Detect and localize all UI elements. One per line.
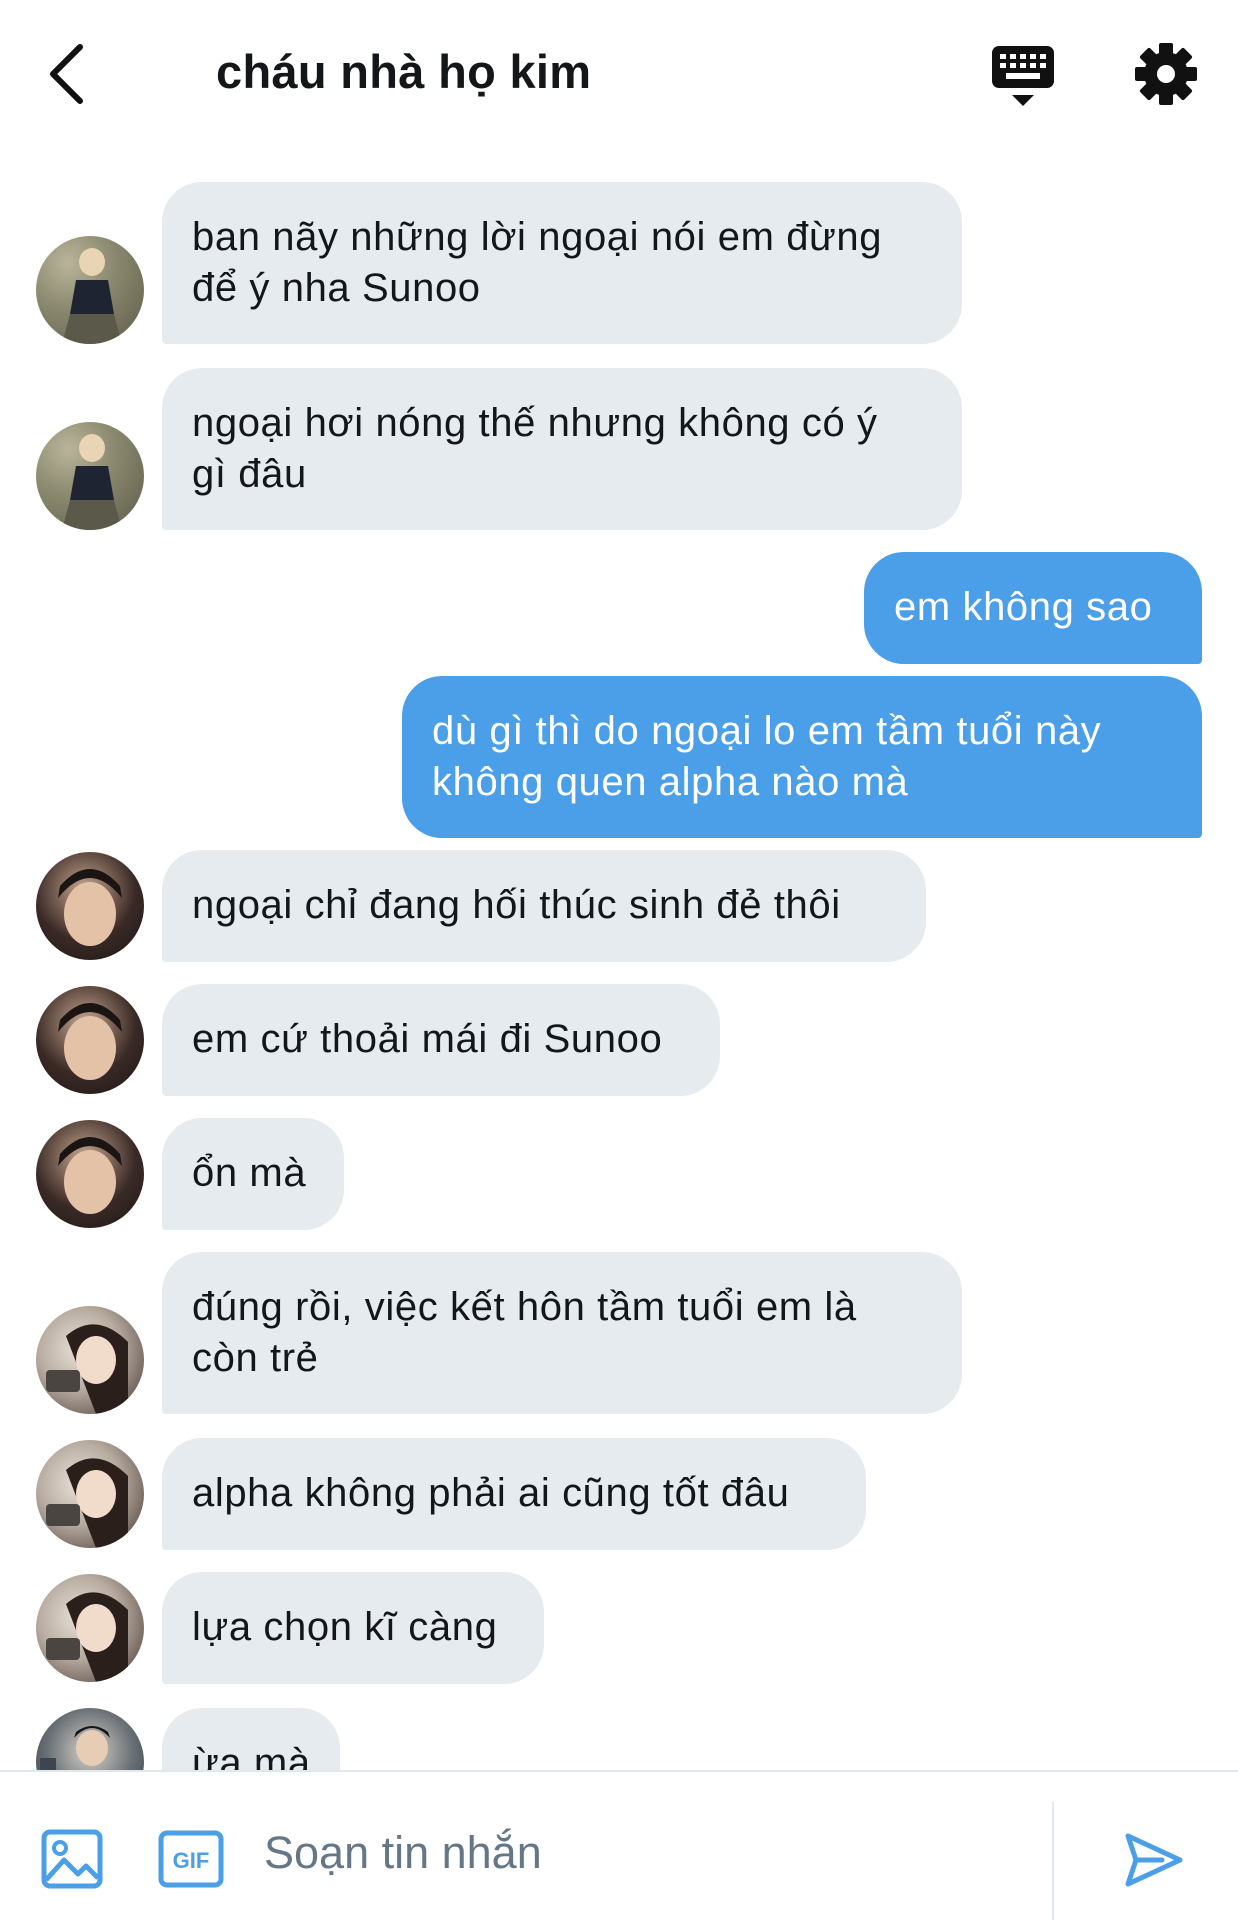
gif-icon: GIF (158, 1830, 224, 1888)
message-row: ngoại chỉ đang hối thúc sinh đẻ thôi (0, 850, 1238, 962)
message-bubble[interactable]: ổn mà (162, 1118, 344, 1230)
avatar-photo (46, 1324, 128, 1414)
avatar-photo (62, 248, 122, 344)
avatar-photo (62, 434, 122, 530)
message-row: em không sao (0, 552, 1238, 664)
avatar[interactable] (36, 1708, 144, 1770)
message-bubble[interactable]: alpha không phải ai cũng tốt đâu (162, 1438, 866, 1550)
message-row: ổn mà (0, 1118, 1238, 1230)
image-icon (41, 1829, 103, 1889)
message-text: để ý nha Sunoo (192, 266, 481, 310)
message-text: không quen alpha nào mà (432, 760, 909, 804)
page-title: cháu nhà họ kim (216, 45, 592, 98)
avatar[interactable] (36, 1306, 144, 1414)
message-text: em cứ thoải mái đi Sunoo (192, 1017, 663, 1061)
message-text: gì đâu (192, 452, 307, 496)
message-row: ngoại hơi nóng thế nhưng không có ý gì đ… (0, 368, 1238, 530)
keyboard-icon (992, 46, 1054, 106)
gif-label: GIF (173, 1848, 210, 1873)
composer-divider (1052, 1802, 1054, 1920)
avatar-photo (58, 1003, 122, 1080)
message-bubble[interactable]: đúng rồi, việc kết hôn tầm tuổi em là cò… (162, 1252, 962, 1414)
message-row: ừa mà (0, 1708, 1238, 1770)
chevron-left-icon (50, 44, 83, 104)
message-composer: GIF (0, 1770, 1238, 1920)
avatar[interactable] (36, 852, 144, 960)
message-text: ngoại hơi nóng thế nhưng không có ý (192, 401, 878, 445)
message-text: lựa chọn kĩ càng (192, 1605, 498, 1649)
message-text: ngoại chỉ đang hối thúc sinh đẻ thôi (192, 883, 841, 927)
message-text: đúng rồi, việc kết hôn tầm tuổi em là (192, 1285, 857, 1329)
message-bubble-outgoing[interactable]: em không sao (864, 552, 1202, 664)
avatar[interactable] (36, 1440, 144, 1548)
message-bubble[interactable]: lựa chọn kĩ càng (162, 1572, 544, 1684)
message-bubble[interactable]: ngoại chỉ đang hối thúc sinh đẻ thôi (162, 850, 926, 962)
message-row: em cứ thoải mái đi Sunoo (0, 984, 1238, 1096)
keyboard-shortcuts-button[interactable] (988, 42, 1058, 110)
add-image-button[interactable] (40, 1828, 104, 1890)
message-bubble[interactable]: ừa mà (162, 1708, 340, 1770)
message-row: dù gì thì do ngoại lo em tầm tuổi này kh… (0, 676, 1238, 838)
message-text: ổn mà (192, 1151, 307, 1195)
send-icon (1125, 1833, 1183, 1887)
avatar-photo (46, 1458, 128, 1548)
avatar[interactable] (36, 236, 144, 344)
avatar[interactable] (36, 422, 144, 530)
add-gif-button[interactable]: GIF (158, 1830, 224, 1888)
message-bubble[interactable]: em cứ thoải mái đi Sunoo (162, 984, 720, 1096)
message-text: ban nãy những lời ngoại nói em đừng (192, 215, 883, 259)
message-row: lựa chọn kĩ càng (0, 1572, 1238, 1684)
avatar-photo (46, 1592, 128, 1682)
message-text: em không sao (894, 585, 1153, 629)
message-text: ừa mà (192, 1741, 311, 1770)
avatar-photo (58, 869, 122, 946)
send-button[interactable] (1122, 1828, 1186, 1892)
back-button[interactable] (38, 38, 94, 110)
message-row: alpha không phải ai cũng tốt đâu (0, 1438, 1238, 1550)
avatar-photo (58, 1137, 122, 1214)
message-input[interactable] (262, 1812, 1046, 1894)
message-bubble[interactable]: ban nãy những lời ngoại nói em đừng để ý… (162, 182, 962, 344)
message-text: còn trẻ (192, 1336, 319, 1380)
avatar[interactable] (36, 1574, 144, 1682)
message-text: dù gì thì do ngoại lo em tầm tuổi này (432, 709, 1102, 753)
gear-icon (1135, 43, 1197, 105)
chat-header: cháu nhà họ kim (0, 0, 1238, 150)
message-text: alpha không phải ai cũng tốt đâu (192, 1471, 790, 1515)
avatar[interactable] (36, 986, 144, 1094)
message-row: ban nãy những lời ngoại nói em đừng để ý… (0, 182, 1238, 344)
message-row: đúng rồi, việc kết hôn tầm tuổi em là cò… (0, 1252, 1238, 1414)
message-bubble[interactable]: ngoại hơi nóng thế nhưng không có ý gì đ… (162, 368, 962, 530)
message-list[interactable]: ban nãy những lời ngoại nói em đừng để ý… (0, 150, 1238, 1770)
avatar[interactable] (36, 1120, 144, 1228)
avatar-photo (40, 1726, 110, 1770)
settings-button[interactable] (1134, 42, 1198, 106)
message-bubble-outgoing[interactable]: dù gì thì do ngoại lo em tầm tuổi này kh… (402, 676, 1202, 838)
